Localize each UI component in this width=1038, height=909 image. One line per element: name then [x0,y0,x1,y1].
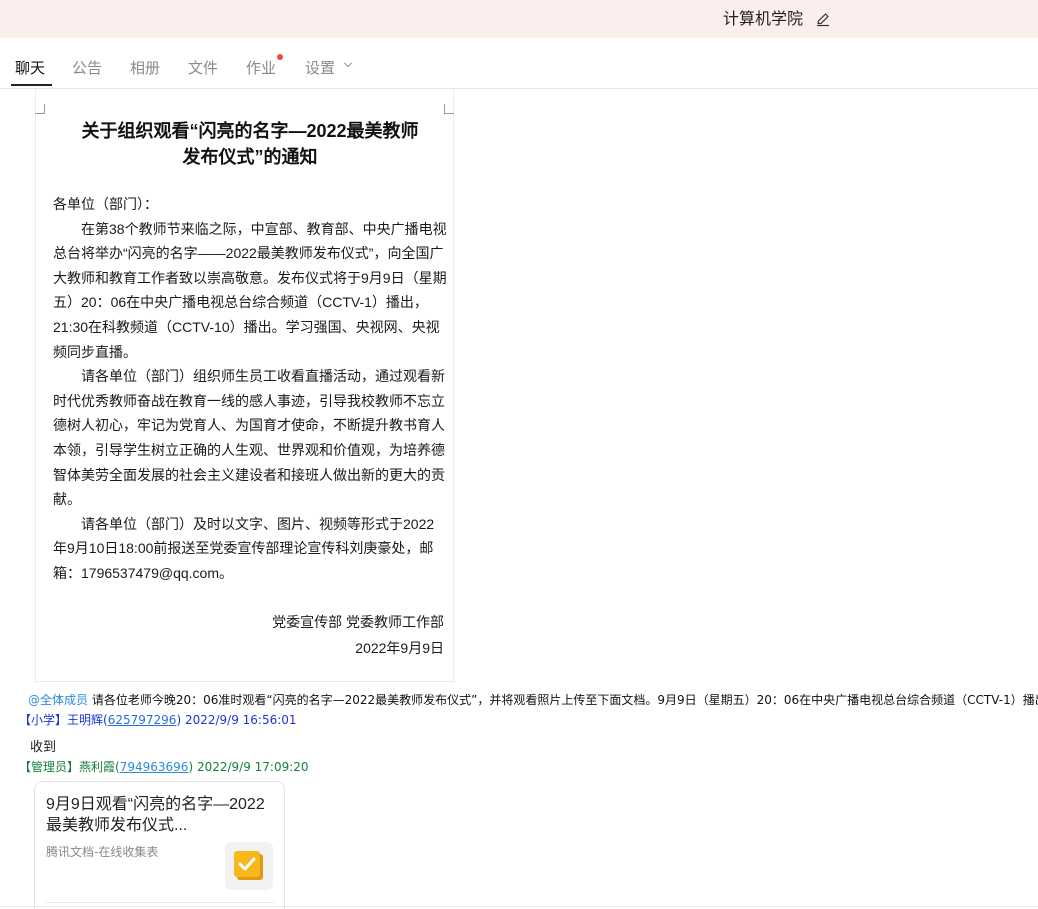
tab-chat[interactable]: 聊天 [15,58,45,78]
crop-mark [35,104,45,114]
card-title: 9月9日观看“闪亮的名字—2022最美教师发布仪式... [46,796,265,834]
divider [0,906,1038,907]
notice-paragraph: 请各单位（部门）及时以文字、图片、视频等形式于2022年9月10日18:00前报… [53,515,435,581]
notice-title: 关于组织观看“闪亮的名字—2022最美教师 发布仪式”的通知 [50,118,450,170]
sender-role: 【管理员】 [19,760,80,774]
tab-album[interactable]: 相册 [130,58,160,78]
crop-mark [444,104,454,114]
message-time: 2022/9/9 17:09:20 [196,760,309,774]
notice-title-line: 关于组织观看“闪亮的名字—2022最美教师 [81,121,419,141]
active-tab-indicator [11,84,52,86]
notice-paragraph: 请各单位（部门）组织师生员工收看直播活动，通过观看新时代优秀教师奋战在教育一线的… [53,368,445,508]
message-sender: 【管理员】燕利霞(794963696) 2022/9/9 17:09:20 [19,760,309,774]
tab-settings[interactable]: 设置 [305,58,335,78]
sender-name[interactable]: 王明辉 [67,713,103,727]
card-source: 腾讯文档-在线收集表 [46,845,159,859]
edit-pencil-icon[interactable] [815,11,831,27]
tencent-form-icon [225,842,273,890]
card-divider [46,902,274,903]
notice-body: 各单位（部门）： 在第38个教师节来临之际，中宣部、教育部、中央广播电视总台将举… [53,192,448,586]
notice-title-line: 发布仪式”的通知 [182,147,318,167]
sender-name[interactable]: 燕利霞 [79,760,115,774]
message-sender: 【小学】王明辉(625797296) 2022/9/9 16:56:01 [19,713,297,727]
notice-paragraph: 在第38个教师节来临之际，中宣部、教育部、中央广播电视总台将举办“闪亮的名字——… [53,220,447,360]
tab-bar: 聊天 公告 相册 文件 作业 设置 [0,38,1038,89]
announcement-message: @全体成员 请各位老师今晚20：06准时观看“闪亮的名字—2022最美教师发布仪… [28,692,1038,708]
sender-uid[interactable]: 625797296 [108,713,177,727]
mention-all[interactable]: @全体成员 [28,693,88,707]
message-time: 2022/9/9 16:56:01 [184,713,297,727]
tab-homework[interactable]: 作业 [246,58,276,78]
tab-announcement[interactable]: 公告 [72,58,102,78]
chevron-down-icon[interactable] [343,60,353,70]
form-check-icon [234,851,263,880]
notice-signature: 党委宣传部 党委教师工作部 [272,614,444,630]
homework-badge-dot [277,54,283,60]
group-name[interactable]: 计算机学院 [723,9,803,29]
notice-salutation: 各单位（部门）： [53,196,158,212]
tab-files[interactable]: 文件 [188,58,218,78]
announcement-text: 请各位老师今晚20：06准时观看“闪亮的名字—2022最美教师发布仪式”，并将观… [88,693,1038,707]
sender-uid[interactable]: 794963696 [120,760,189,774]
title-bar: 计算机学院 [0,0,1038,38]
message-text: 收到 [30,740,57,755]
shared-doc-card[interactable]: 9月9日观看“闪亮的名字—2022最美教师发布仪式... 腾讯文档-在线收集表 [34,781,285,909]
sender-role: 【小学】 [19,713,68,727]
notice-date: 2022年9月9日 [355,640,444,656]
